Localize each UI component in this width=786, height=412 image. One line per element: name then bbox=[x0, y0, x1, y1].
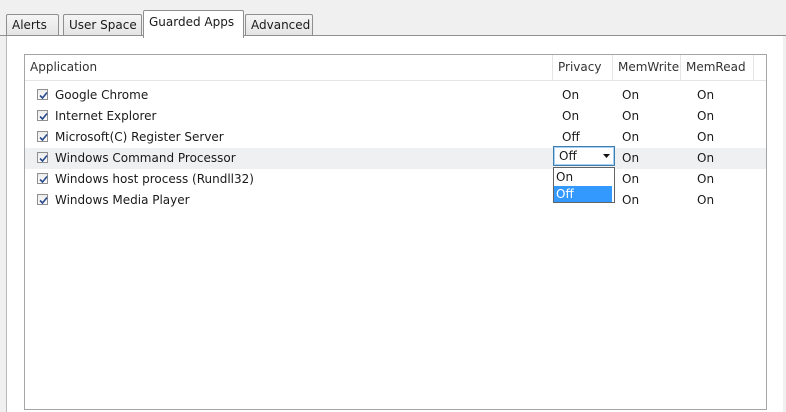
memread-value[interactable]: On bbox=[697, 169, 714, 190]
table-row[interactable]: Google Chrome On On On bbox=[25, 85, 766, 106]
memread-value[interactable]: On bbox=[697, 106, 714, 127]
row-checkbox[interactable] bbox=[37, 89, 48, 100]
memwrite-value[interactable]: On bbox=[622, 127, 639, 148]
list-header: Application Privacy MemWrite MemRead bbox=[25, 55, 766, 81]
privacy-value[interactable]: On bbox=[562, 106, 579, 127]
combobox-value: Off bbox=[557, 148, 579, 164]
column-header-memread[interactable]: MemRead bbox=[681, 55, 754, 80]
memread-value[interactable]: On bbox=[697, 85, 714, 106]
app-name: Windows host process (Rundll32) bbox=[55, 172, 254, 186]
app-name: Windows Command Processor bbox=[55, 151, 236, 165]
row-checkbox[interactable] bbox=[37, 152, 48, 163]
table-row[interactable]: Microsoft(C) Register Server Off On On bbox=[25, 127, 766, 148]
app-name: Windows Media Player bbox=[55, 193, 190, 207]
table-row[interactable]: Windows Media Player On On bbox=[25, 190, 766, 211]
tab-alerts[interactable]: Alerts bbox=[6, 14, 59, 35]
app-name: Google Chrome bbox=[55, 88, 149, 102]
checkmark-icon bbox=[39, 133, 48, 142]
table-row[interactable]: Internet Explorer On On On bbox=[25, 106, 766, 127]
column-header-memwrite[interactable]: MemWrite bbox=[613, 55, 681, 80]
checkmark-icon bbox=[39, 91, 48, 100]
memread-value[interactable]: On bbox=[697, 148, 714, 169]
privacy-combobox[interactable]: Off bbox=[553, 146, 615, 166]
checkmark-icon bbox=[39, 175, 48, 184]
privacy-dropdown-list[interactable]: On Off bbox=[553, 167, 615, 203]
guarded-apps-list[interactable]: Application Privacy MemWrite MemRead Goo… bbox=[24, 54, 767, 410]
row-checkbox[interactable] bbox=[37, 110, 48, 121]
column-header-application[interactable]: Application bbox=[25, 55, 553, 80]
row-checkbox[interactable] bbox=[37, 194, 48, 205]
tab-user-space[interactable]: User Space bbox=[63, 14, 142, 35]
memwrite-value[interactable]: On bbox=[622, 85, 639, 106]
memwrite-value[interactable]: On bbox=[622, 190, 639, 211]
dropdown-option-on[interactable]: On bbox=[554, 169, 612, 185]
memwrite-value[interactable]: On bbox=[622, 148, 639, 169]
app-name: Internet Explorer bbox=[55, 109, 157, 123]
dropdown-option-off[interactable]: Off bbox=[554, 186, 612, 202]
memread-value[interactable]: On bbox=[697, 127, 714, 148]
row-checkbox[interactable] bbox=[37, 173, 48, 184]
tab-advanced[interactable]: Advanced bbox=[245, 14, 313, 35]
memwrite-value[interactable]: On bbox=[622, 169, 639, 190]
checkmark-icon bbox=[39, 154, 48, 163]
memread-value[interactable]: On bbox=[697, 190, 714, 211]
tab-strip: Alerts User Space Guarded Apps Advanced bbox=[0, 0, 786, 38]
checkmark-icon bbox=[39, 112, 48, 121]
checkmark-icon bbox=[39, 196, 48, 205]
table-row[interactable]: Windows Command Processor On On bbox=[25, 148, 766, 169]
privacy-value[interactable]: Off bbox=[562, 127, 580, 148]
row-checkbox[interactable] bbox=[37, 131, 48, 142]
chevron-down-icon[interactable] bbox=[603, 154, 610, 158]
column-header-privacy[interactable]: Privacy bbox=[553, 55, 613, 80]
memwrite-value[interactable]: On bbox=[622, 106, 639, 127]
tab-guarded-apps[interactable]: Guarded Apps bbox=[143, 10, 244, 38]
app-name: Microsoft(C) Register Server bbox=[55, 130, 224, 144]
table-row[interactable]: Windows host process (Rundll32) On On bbox=[25, 169, 766, 190]
privacy-value[interactable]: On bbox=[562, 85, 579, 106]
